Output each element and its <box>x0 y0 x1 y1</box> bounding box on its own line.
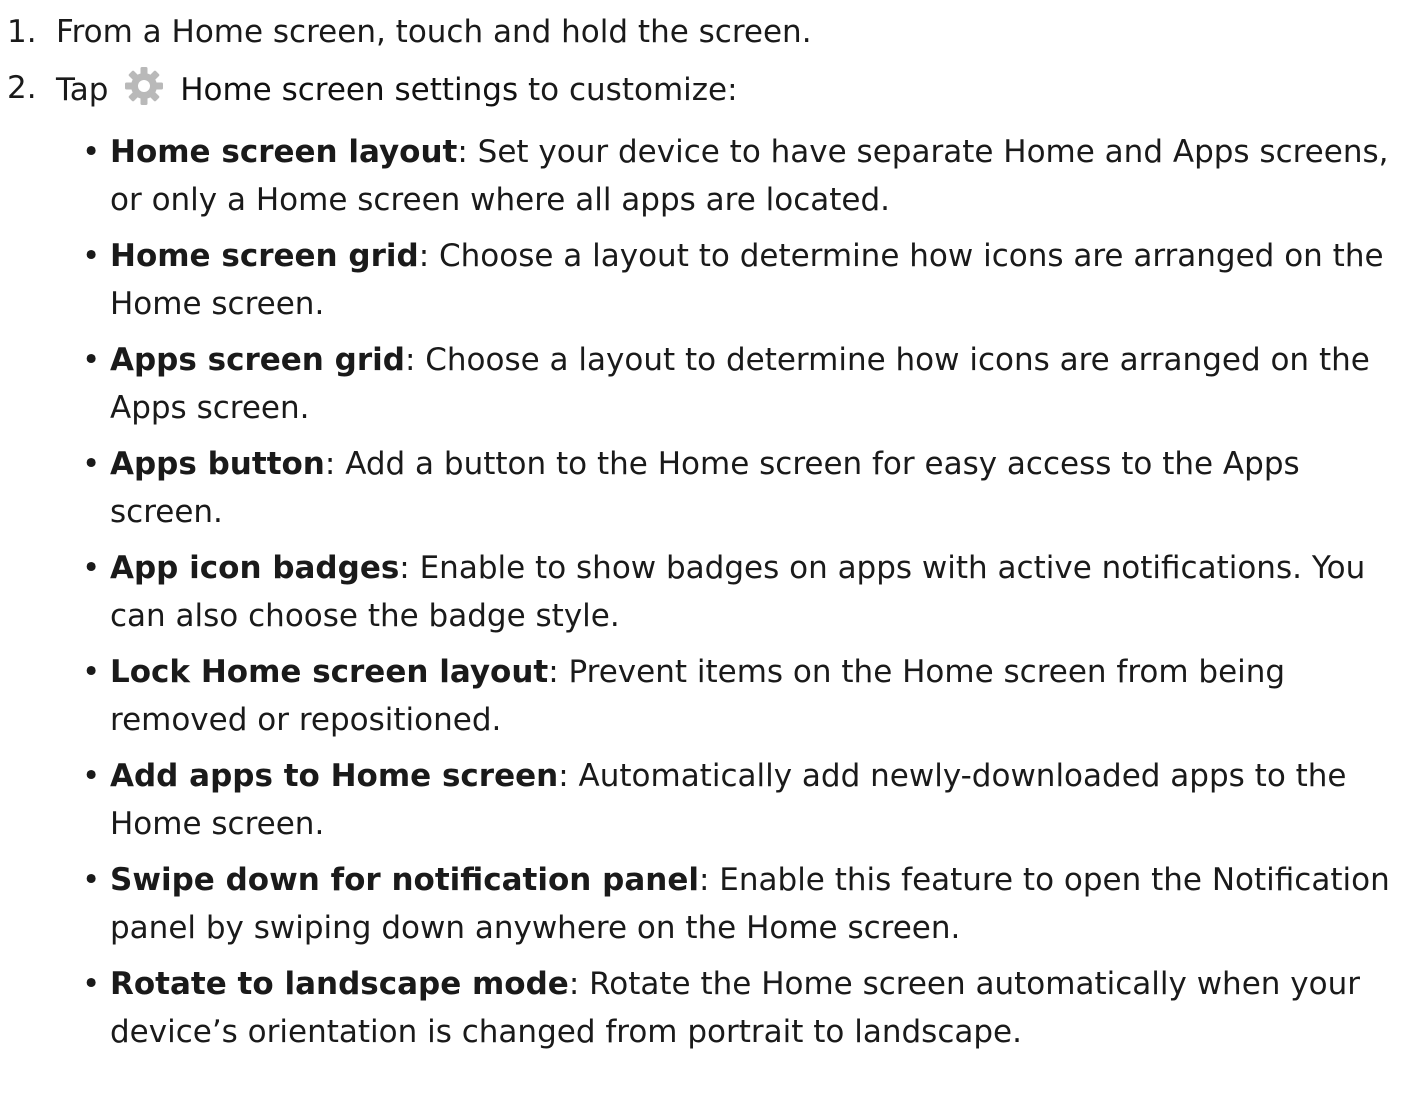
option-name: Apps screen grid <box>110 342 405 378</box>
step-text: From a Home screen, touch and hold the s… <box>56 14 812 50</box>
home-screen-settings-label: Home screen settings <box>180 72 519 108</box>
bullet: • <box>82 342 101 378</box>
document-page: 1. From a Home screen, touch and hold th… <box>0 0 1419 1116</box>
list-item: • Swipe down for notification panel: Enab… <box>0 856 1419 952</box>
step-number: 2. <box>7 70 37 106</box>
bullet: • <box>82 134 101 170</box>
list-item: • Apps button: Add a button to the Home s… <box>0 440 1419 536</box>
list-item: • Home screen grid: Choose a layout to de… <box>0 232 1419 328</box>
option-name: Lock Home screen layout <box>110 654 549 690</box>
list-item: • Lock Home screen layout: Prevent items … <box>0 648 1419 744</box>
bullet: • <box>82 862 101 898</box>
option-name: Add apps to Home screen <box>110 758 559 794</box>
bullet: • <box>82 966 101 1002</box>
list-item: • Rotate to landscape mode: Rotate the Ho… <box>0 960 1419 1056</box>
step-2: 2. Tap Home screen settings to customize… <box>0 64 1419 114</box>
step-1: 1. From a Home screen, touch and hold th… <box>0 8 1419 56</box>
bullet: • <box>82 550 101 586</box>
step-suffix: to customize: <box>528 72 738 108</box>
option-name: Apps button <box>110 446 325 482</box>
list-item: • Add apps to Home screen: Automatically … <box>0 752 1419 848</box>
option-name: Home screen layout <box>110 134 458 170</box>
option-name: Swipe down for notification panel <box>110 862 699 898</box>
bullet: • <box>82 758 101 794</box>
option-name: App icon badges <box>110 550 400 586</box>
option-name: Rotate to landscape mode <box>110 966 569 1002</box>
list-item: • App icon badges: Enable to show badges … <box>0 544 1419 640</box>
bullet: • <box>82 446 101 482</box>
bullet: • <box>82 654 101 690</box>
bullet: • <box>82 238 101 274</box>
settings-options-list: • Home screen layout: Set your device to … <box>0 128 1419 1056</box>
list-item: • Home screen layout: Set your device to … <box>0 128 1419 224</box>
option-name: Home screen grid <box>110 238 419 274</box>
list-item: • Apps screen grid: Choose a layout to de… <box>0 336 1419 432</box>
gear-icon <box>122 64 166 108</box>
step-number: 1. <box>7 14 37 50</box>
step-prefix: Tap <box>56 72 109 108</box>
